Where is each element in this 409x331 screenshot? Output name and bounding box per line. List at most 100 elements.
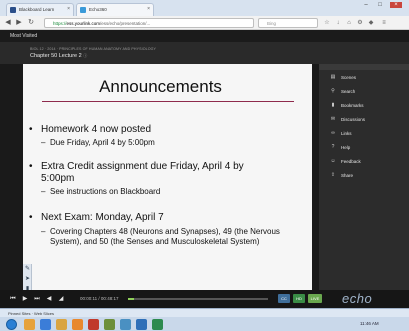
live-button[interactable]: LIVE	[308, 294, 322, 303]
menu-icon[interactable]: ≡	[380, 19, 388, 27]
file-explorer-icon[interactable]	[24, 319, 35, 330]
bullet-text: Extra Credit assignment due Friday, Apri…	[41, 161, 244, 184]
system-clock: 11:46 AM	[360, 321, 379, 326]
bullet-text: Homework 4 now posted	[41, 124, 152, 135]
url-path: /ess/echo/presentation/...	[100, 21, 151, 26]
menu-item-bookmarks[interactable]: ▮ Bookmarks	[319, 100, 409, 112]
lecture-title: Chapter 50 Lecture 2 ⓘ	[30, 53, 87, 59]
menu-item-discussions[interactable]: ✉ Discussions	[319, 114, 409, 126]
folder-icon[interactable]	[56, 319, 67, 330]
excel-icon[interactable]	[152, 319, 163, 330]
search-placeholder: Bing	[267, 21, 277, 26]
firefox-icon[interactable]	[72, 319, 83, 330]
captions-button[interactable]: CC	[278, 294, 290, 303]
app-icon[interactable]	[104, 319, 115, 330]
download-icon[interactable]: ↓	[334, 19, 342, 27]
tab-label: Blackboard Learn	[19, 7, 55, 12]
home-icon[interactable]: ⌂	[345, 19, 353, 27]
bookmark-icon: ▮	[331, 102, 335, 108]
close-icon[interactable]: ×	[147, 6, 150, 12]
browser-tab-strip: Blackboard Learn × Echo360 × – □ ×	[0, 0, 409, 16]
slide-sub-bullet: – Covering Chapters 48 (Neurons and Syna…	[41, 227, 287, 246]
slide-divider	[42, 101, 294, 102]
share-icon: ⇪	[330, 172, 336, 178]
url-host: ess.yourlink.com	[66, 21, 101, 26]
progress-bar[interactable]	[128, 298, 268, 300]
bullet-dot-icon: •	[29, 161, 33, 172]
minimize-icon[interactable]: –	[360, 2, 372, 8]
menu-label: Search	[341, 89, 356, 94]
echo-logo: echo	[342, 291, 373, 306]
menu-item-scenes[interactable]: ▤ Scenes	[319, 72, 409, 84]
taskbar-strip: Pinned Sites · Web Slices	[0, 309, 409, 317]
slide-sub-bullet: – See instructions on Blackboard	[41, 187, 281, 197]
back-icon[interactable]: ◀	[3, 18, 13, 28]
link-icon: ∞	[331, 130, 335, 136]
feedback-icon: ☺	[330, 158, 336, 164]
reload-icon[interactable]: ↻	[26, 18, 36, 28]
close-window-icon[interactable]: ×	[390, 2, 402, 8]
play-icon[interactable]: ▶	[20, 294, 30, 304]
bullet-text: Next Exam: Monday, April 7	[41, 212, 164, 223]
menu-item-search[interactable]: ⚲ Search	[319, 86, 409, 98]
slide-bullet: • Homework 4 now posted	[29, 124, 279, 136]
pointer-icon[interactable]: ➤	[23, 274, 32, 284]
bookmark-most-visited[interactable]: Most Visited	[10, 33, 37, 39]
start-button[interactable]	[6, 319, 17, 330]
sub-bullet-text: Covering Chapters 48 (Neurons and Synaps…	[50, 227, 280, 246]
bullet-dot-icon: •	[29, 212, 33, 223]
side-panel: ▤ Scenes ⚲ Search ▮ Bookmarks ✉ Discussi…	[319, 64, 409, 290]
menu-item-links[interactable]: ∞ Links	[319, 128, 409, 140]
forward-icon[interactable]: ▶	[14, 18, 24, 28]
menu-label: Discussions	[341, 117, 366, 122]
scenes-icon: ▤	[330, 74, 336, 80]
presentation-slide: Announcements • Homework 4 now posted – …	[23, 64, 312, 290]
player-header: BIOL 12 · 2014 · PRINCIPLES OF HUMAN ANA…	[0, 42, 409, 64]
menu-label: Bookmarks	[341, 103, 364, 108]
dash-icon: –	[41, 227, 46, 236]
powerpoint-icon[interactable]	[88, 319, 99, 330]
hd-button[interactable]: HD	[293, 294, 305, 303]
tab-blackboard[interactable]: Blackboard Learn ×	[6, 3, 74, 16]
tab-label: Echo360	[89, 7, 107, 12]
star-icon[interactable]: ☆	[323, 19, 331, 27]
skip-back-icon[interactable]: ⏮	[8, 294, 18, 304]
menu-item-help[interactable]: ? Help	[319, 142, 409, 154]
menu-label: Share	[341, 173, 354, 178]
volume-icon[interactable]: ◢	[56, 294, 66, 304]
bookmarks-bar: Most Visited	[0, 30, 409, 42]
search-input[interactable]: Bing	[258, 18, 318, 28]
address-bar[interactable]: https://ess.yourlink.com/ess/echo/presen…	[44, 18, 254, 28]
url-scheme: https://	[53, 21, 67, 26]
word-icon[interactable]	[136, 319, 147, 330]
app-icon[interactable]	[120, 319, 131, 330]
sub-bullet-text: See instructions on Blackboard	[50, 187, 161, 196]
rewind-icon[interactable]: ◀	[44, 294, 54, 304]
help-icon: ?	[331, 144, 335, 150]
slide-sub-bullet: – Due Friday, April 4 by 5:00pm	[41, 138, 281, 148]
pen-icon[interactable]: ✎	[23, 264, 32, 274]
search-icon: ⚲	[331, 88, 335, 94]
extension-icon[interactable]: ◆	[367, 19, 375, 27]
skip-forward-icon[interactable]: ⏭	[32, 294, 42, 304]
menu-label: Scenes	[341, 75, 357, 80]
browser-toolbar: ◀ ▶ ↻ https://ess.yourlink.com/ess/echo/…	[0, 16, 409, 30]
bullet-dot-icon: •	[29, 124, 33, 135]
echo-favicon-icon	[80, 7, 86, 13]
maximize-icon[interactable]: □	[374, 2, 386, 8]
tab-echo360[interactable]: Echo360 ×	[76, 3, 154, 16]
ie-icon[interactable]	[40, 319, 51, 330]
close-icon[interactable]: ×	[67, 6, 70, 12]
info-icon[interactable]: ⓘ	[83, 53, 87, 58]
settings-icon[interactable]: ⚙	[356, 19, 364, 27]
slide-tool-strip: ✎ ➤ ▮ ◻ ● ⊕ ⋮	[23, 264, 32, 290]
panel-top-strip	[319, 64, 409, 70]
os-taskbar: Pinned Sites · Web Slices 11:46 AM	[0, 308, 409, 331]
slide-title: Announcements	[99, 77, 222, 96]
timecode: 00:00:11 / 00:48:17	[80, 296, 119, 301]
blackboard-favicon-icon	[10, 7, 16, 13]
menu-item-feedback[interactable]: ☺ Feedback	[319, 156, 409, 168]
menu-item-share[interactable]: ⇪ Share	[319, 170, 409, 182]
player-controls: ⏮ ▶ ⏭ ◀ ◢ 00:00:11 / 00:48:17 CC HD LIVE…	[0, 290, 409, 308]
progress-fill	[128, 298, 134, 300]
